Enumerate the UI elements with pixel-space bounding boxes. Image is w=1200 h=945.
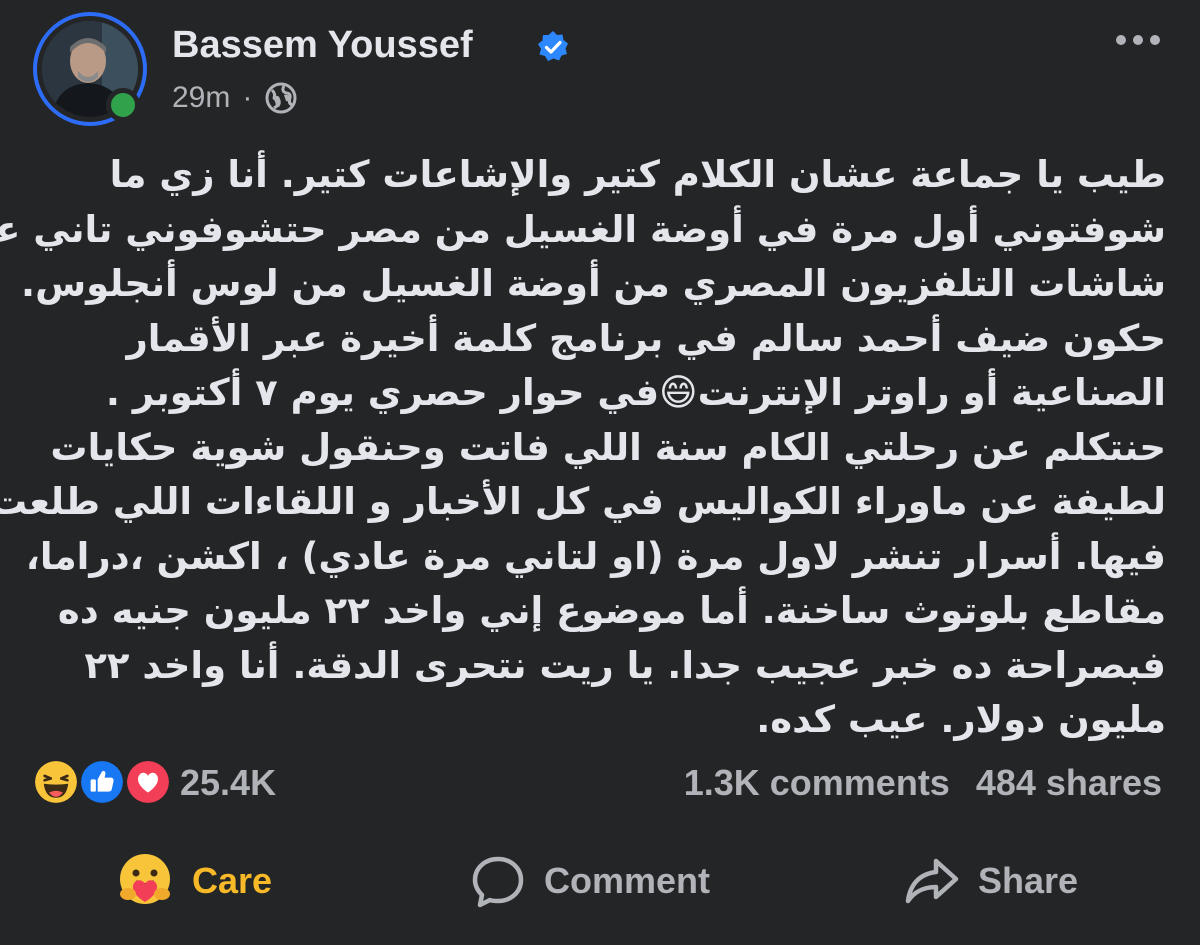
love-icon — [124, 758, 172, 806]
reaction-icons — [32, 752, 172, 812]
engagement-stats: 1.3K comments 484 shares — [684, 760, 1162, 806]
author-name[interactable]: Bassem Youssef — [172, 22, 473, 68]
care-icon — [120, 854, 170, 904]
action-bar: Care Comment Share — [0, 840, 1200, 922]
post-timestamp[interactable]: 29m — [172, 81, 230, 115]
post-text-line: شوفتوني أول مرة في أوضة الغسيل من مصر حت… — [0, 207, 1166, 251]
reactions-summary[interactable] — [32, 752, 172, 812]
more-options-icon[interactable] — [1113, 30, 1163, 50]
post-body: طيب يا جماعة عشان الكلام كتير والإشاعات … — [0, 148, 1167, 748]
post-text-line: مليون دولار. عيب كده. — [756, 698, 1166, 741]
shares-count[interactable]: 484 shares — [976, 760, 1162, 806]
share-button[interactable]: Share — [904, 840, 1078, 922]
verified-badge-icon — [538, 31, 568, 61]
post-text-line: شاشات التلفزيون المصري من أوضة الغسيل من… — [21, 262, 1166, 305]
globe-icon[interactable] — [264, 81, 298, 115]
post-text-line: طيب يا جماعة عشان الكلام كتير والإشاعات … — [109, 153, 1166, 196]
online-status-dot — [106, 88, 140, 122]
care-label: Care — [192, 860, 273, 901]
post-text-line: فبصراحة ده خبر عجيب جدا. يا ريت نتحرى ال… — [84, 643, 1166, 687]
comments-count[interactable]: 1.3K comments — [684, 760, 950, 806]
post-text-line: مقاطع بلوتوث ساخنة. أما موضوع إني واخد ٢… — [57, 589, 1166, 632]
comment-label: Comment — [544, 860, 711, 901]
facebook-post: Bassem Youssef 29m · طيب يا جماعة عشان ا… — [0, 0, 1200, 945]
post-text-line: فيها. أسرار تنشر لاول مرة (او لتاني مرة … — [25, 534, 1166, 578]
post-meta: 29m · — [172, 78, 298, 118]
reaction-count[interactable]: 25.4K — [180, 760, 276, 806]
post-text-line: حكون ضيف أحمد سالم في برنامج كلمة أخيرة … — [126, 316, 1167, 360]
post-text-line: حنتكلم عن رحلتي الكام سنة اللي فاتت وحنق… — [50, 425, 1166, 469]
post-text-line: لطيفة عن ماوراء الكواليس في كل الأخبار و… — [0, 480, 1166, 523]
care-button[interactable]: Care — [116, 840, 272, 922]
haha-icon — [32, 758, 80, 806]
meta-separator: · — [242, 81, 253, 114]
like-icon — [78, 758, 126, 806]
post-text-line: الصناعية أو راوتر الإنترنت😄في حوار حصري … — [105, 371, 1166, 414]
comment-icon — [472, 856, 524, 908]
share-icon — [905, 858, 959, 904]
comment-button[interactable]: Comment — [470, 840, 710, 922]
share-label: Share — [978, 860, 1079, 901]
